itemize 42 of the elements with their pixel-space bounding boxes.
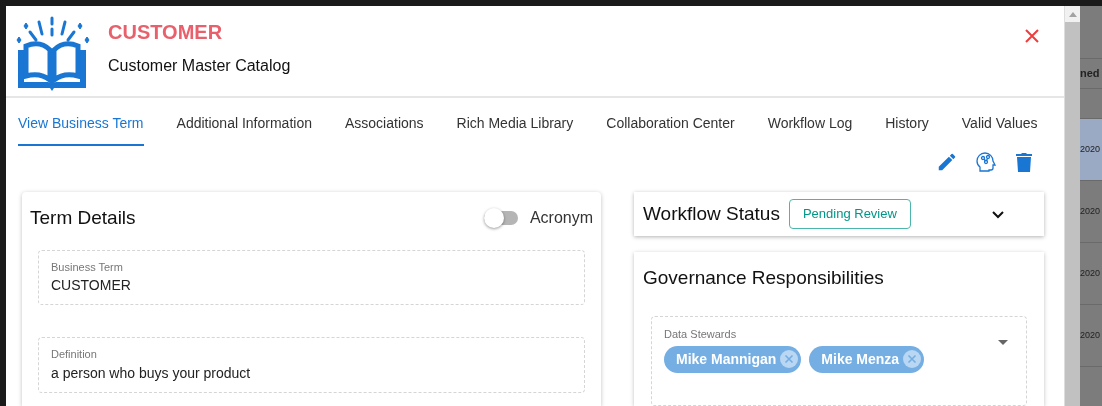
term-title: CUSTOMER — [108, 20, 224, 45]
trash-icon — [1014, 151, 1034, 173]
table-row[interactable]: 2020 — [1080, 119, 1102, 181]
acronym-switch[interactable] — [483, 211, 518, 226]
field-label: Business Term — [51, 259, 124, 275]
tab[interactable]: Collaboration Center — [606, 113, 735, 146]
dropdown-arrow-icon[interactable] — [998, 340, 1008, 345]
close-button[interactable] — [1024, 28, 1040, 44]
tab[interactable]: Additional Information — [176, 113, 312, 146]
card-title: Term Details — [30, 206, 136, 230]
data-stewards-field[interactable]: Data Stewards Mike Mannigan Mike Menza — [651, 316, 1027, 406]
close-icon — [1024, 28, 1040, 44]
tab[interactable]: Rich Media Library — [456, 113, 574, 146]
field-label: Definition — [51, 347, 98, 362]
chevron-icon — [991, 208, 1005, 219]
table-cell-text: 2020 — [1080, 142, 1101, 156]
scrollbar[interactable] — [1064, 6, 1080, 406]
pencil-icon — [936, 151, 958, 173]
card-title: Workflow Status — [643, 201, 780, 226]
tab[interactable]: Workflow Log — [767, 113, 853, 146]
switch-label: Acronym — [529, 208, 593, 229]
table-cell-text: 2020 — [1080, 328, 1101, 342]
tab[interactable]: History — [885, 113, 929, 146]
column-header: ned — [1080, 66, 1100, 82]
field-label: Data Stewards — [664, 327, 737, 342]
table-cell-text: 2020 — [1080, 266, 1101, 280]
tab[interactable]: Valid Values — [961, 113, 1038, 146]
ai-button[interactable] — [974, 150, 998, 174]
head-network-icon — [974, 150, 998, 174]
tab[interactable]: View Business Term — [18, 113, 144, 146]
field-value: CUSTOMER — [51, 276, 132, 295]
field-value: a person who buys your product — [51, 363, 252, 383]
status-badge: Pending Review — [788, 199, 911, 229]
text-field[interactable]: Business Term CUSTOMER — [38, 249, 585, 305]
catalog-name: Customer Master Catalog — [108, 56, 291, 76]
card-title: Governance Responsibilities — [643, 265, 885, 290]
text-field[interactable]: Definition a person who buys your product — [38, 337, 585, 393]
expand-toggle[interactable] — [991, 208, 1005, 219]
scroll-up-icon[interactable] — [1068, 11, 1077, 17]
tab[interactable]: Associations — [344, 113, 424, 146]
table-cell-text: 2020 — [1080, 204, 1101, 218]
delete-button[interactable] — [1014, 150, 1034, 174]
